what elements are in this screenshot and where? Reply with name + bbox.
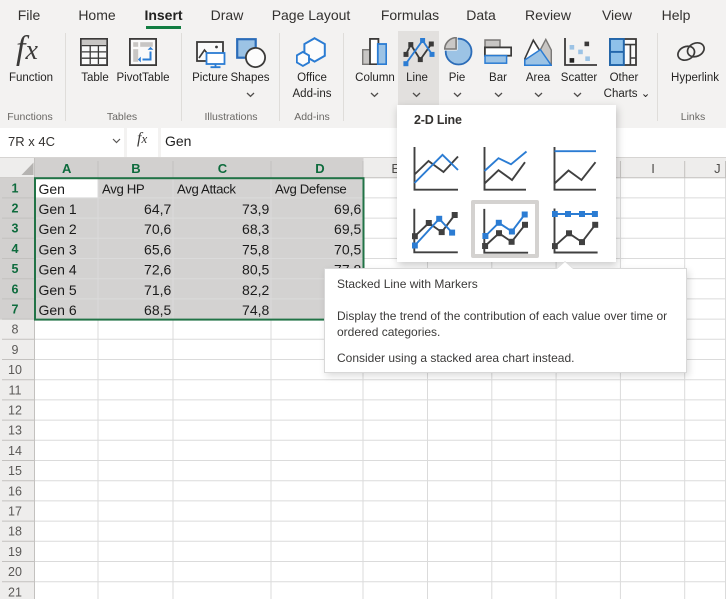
svg-text:13: 13 [8,424,22,438]
svg-text:18: 18 [8,525,22,539]
svg-text:Gen 6: Gen 6 [39,302,77,318]
svg-text:82,2: 82,2 [242,282,269,298]
svg-text:72,6: 72,6 [144,262,171,278]
svg-text:71,6: 71,6 [144,282,171,298]
svg-text:D: D [315,161,324,176]
svg-text:70,5: 70,5 [334,241,361,257]
svg-text:80,5: 80,5 [242,262,269,278]
svg-text:14: 14 [8,444,22,458]
svg-text:3: 3 [12,222,19,236]
svg-text:17: 17 [8,505,22,519]
svg-text:65,6: 65,6 [144,241,171,257]
svg-text:5: 5 [12,262,19,276]
svg-text:Gen: Gen [39,181,65,197]
svg-text:4: 4 [12,242,19,256]
svg-text:Gen 1: Gen 1 [39,201,77,217]
svg-text:74,8: 74,8 [242,302,269,318]
svg-text:68,3: 68,3 [242,221,269,237]
svg-text:8: 8 [12,323,19,337]
svg-text:Gen 3: Gen 3 [39,241,77,257]
svg-text:75,8: 75,8 [242,241,269,257]
svg-text:11: 11 [9,383,22,397]
svg-text:Gen 5: Gen 5 [39,282,77,298]
svg-text:70,6: 70,6 [144,221,171,237]
svg-text:68,5: 68,5 [144,302,171,318]
svg-text:7: 7 [12,303,19,317]
svg-text:Avg Attack: Avg Attack [177,181,236,196]
svg-text:Avg HP: Avg HP [102,181,145,196]
svg-text:69,6: 69,6 [334,201,361,217]
svg-text:I: I [651,161,655,176]
svg-text:Avg Defense: Avg Defense [275,181,346,196]
svg-text:10: 10 [8,363,22,377]
svg-text:Gen 4: Gen 4 [39,262,77,278]
svg-text:2: 2 [12,202,19,216]
svg-text:21: 21 [8,585,22,599]
svg-text:6: 6 [12,282,19,296]
svg-text:12: 12 [8,404,22,418]
svg-text:73,9: 73,9 [242,201,269,217]
svg-text:J: J [714,161,721,176]
svg-text:16: 16 [8,484,22,498]
svg-text:B: B [131,161,140,176]
svg-text:69,5: 69,5 [334,221,361,237]
svg-text:C: C [218,161,228,176]
svg-text:A: A [62,161,72,176]
svg-text:64,7: 64,7 [144,201,171,217]
svg-text:19: 19 [8,545,22,559]
svg-text:Gen 2: Gen 2 [39,221,77,237]
svg-text:9: 9 [12,343,19,357]
svg-text:15: 15 [8,464,22,478]
svg-text:1: 1 [12,181,19,195]
svg-text:20: 20 [8,565,22,579]
